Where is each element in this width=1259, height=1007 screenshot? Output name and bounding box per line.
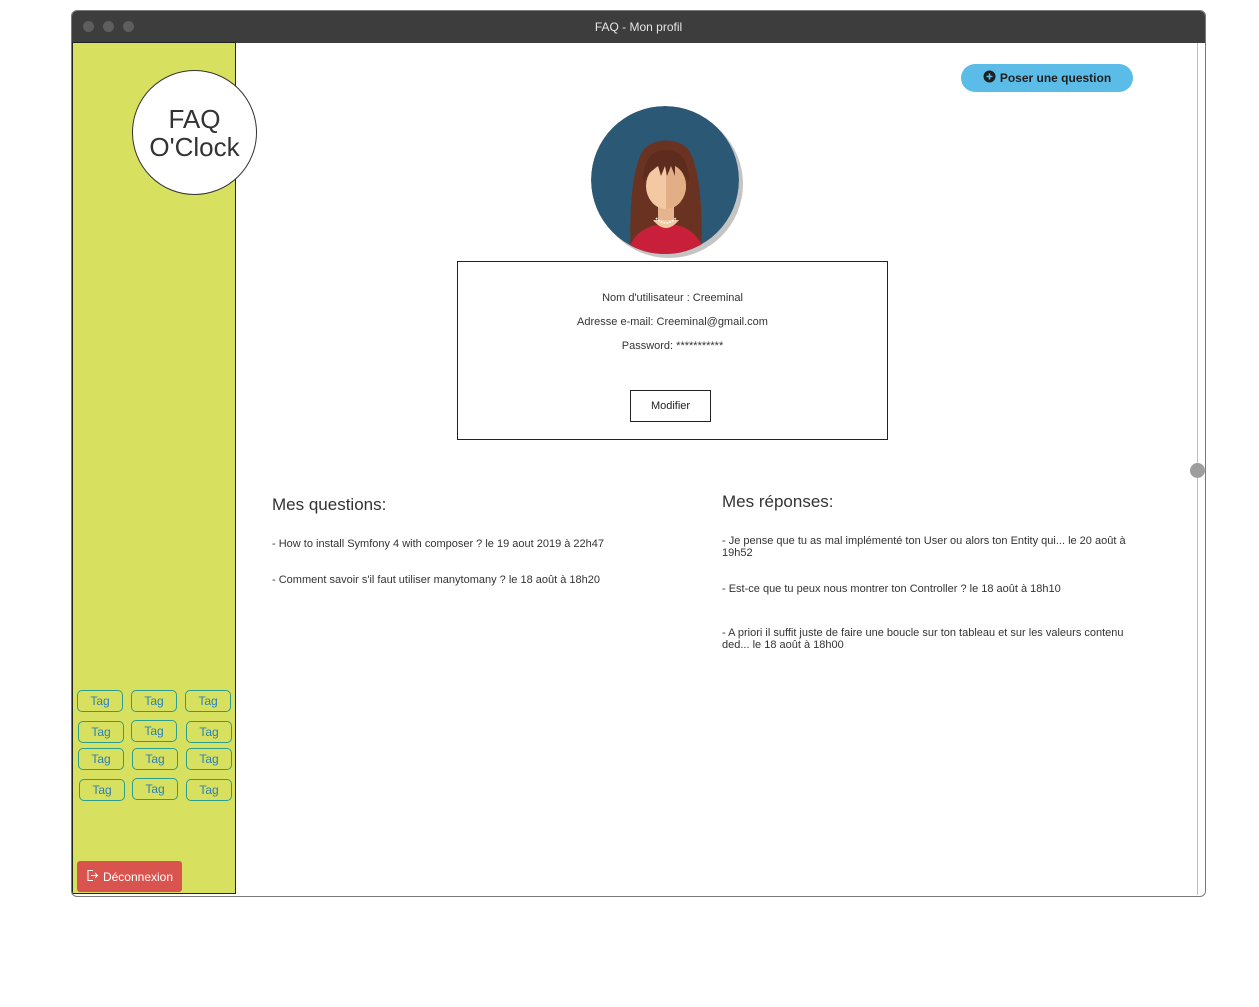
password-line: Password: *********** — [621, 340, 724, 352]
username-line: Nom d'utilisateur : Creeminal — [602, 292, 743, 304]
tag-button[interactable]: Tag — [131, 690, 177, 712]
tag-button[interactable]: Tag — [79, 779, 125, 801]
tag-button[interactable]: Tag — [131, 720, 177, 742]
app-window: FAQ - Mon profil FAQ O'Clock Tag Tag Tag… — [71, 10, 1206, 897]
tag-button[interactable]: Tag — [186, 748, 232, 770]
tag-button[interactable]: Tag — [78, 748, 124, 770]
tag-button[interactable]: Tag — [186, 779, 232, 801]
my-answers-title: Mes réponses: — [722, 492, 834, 511]
question-item[interactable]: - Comment savoir s'il faut utiliser many… — [272, 574, 692, 586]
title-bar: FAQ - Mon profil — [72, 11, 1205, 43]
ask-question-button[interactable]: Poser une question — [961, 64, 1133, 92]
sidebar: FAQ O'Clock Tag Tag Tag Tag Tag Tag Tag … — [72, 42, 257, 894]
tag-button[interactable]: Tag — [78, 721, 124, 743]
window-title: FAQ - Mon profil — [594, 20, 683, 34]
sign-out-icon — [86, 869, 99, 885]
tag-button[interactable]: Tag — [132, 748, 178, 770]
tag-button[interactable]: Tag — [186, 721, 232, 743]
plus-circle-icon — [983, 70, 996, 86]
logo-line-2: O'Clock — [149, 131, 240, 162]
scrollbar-thumb[interactable] — [1190, 463, 1205, 478]
email-line: Adresse e-mail: Creeminal@gmail.com — [577, 316, 768, 328]
logout-label: Déconnexion — [102, 869, 174, 884]
logo-line-1: FAQ — [168, 103, 221, 134]
ask-question-label: Poser une question — [999, 71, 1112, 85]
tag-button[interactable]: Tag — [77, 690, 123, 712]
woman-avatar-icon — [591, 106, 745, 260]
tag-button[interactable]: Tag — [132, 778, 178, 800]
tag-button[interactable]: Tag — [185, 690, 231, 712]
modify-button[interactable]: Modifier — [630, 390, 711, 422]
logo[interactable]: FAQ O'Clock — [132, 70, 257, 195]
answer-item[interactable]: - A priori il suffit juste de faire une … — [722, 627, 1137, 651]
logout-button[interactable]: Déconnexion — [77, 861, 182, 892]
my-questions-title: Mes questions: — [272, 495, 387, 514]
profile-info-card: Nom d'utilisateur : Creeminal Adresse e-… — [457, 261, 888, 440]
answer-item[interactable]: - Est-ce que tu peux nous montrer ton Co… — [722, 583, 1137, 595]
question-item[interactable]: - How to install Symfony 4 with composer… — [272, 538, 692, 550]
answer-item[interactable]: - Je pense que tu as mal implémenté ton … — [722, 535, 1137, 559]
